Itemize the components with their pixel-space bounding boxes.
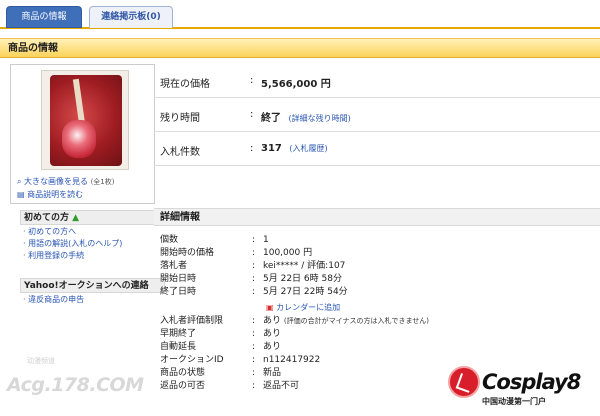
current-price-label: 現在の価格 bbox=[160, 79, 210, 90]
details-panel: 詳細情報 個数:1 開始時の価格:100,000 円 落札者: kei***** … bbox=[154, 208, 600, 391]
section-title: 商品の情報 bbox=[0, 38, 600, 58]
remaining-time-row: 残り時間 : 終了 (詳細な残り時間) bbox=[154, 98, 600, 132]
brand-mark-icon bbox=[448, 366, 480, 398]
site-watermark: 动漫频道 Acg.178.COM bbox=[3, 356, 144, 416]
remaining-time-detail-link[interactable]: (詳細な残り時間) bbox=[288, 114, 350, 123]
bid-count-value: 317 (入札履歴) bbox=[261, 143, 328, 154]
top-tabs: 商品の情報 連絡掲示板(0) bbox=[0, 0, 600, 29]
add-calendar-link[interactable]: ▣ カレンダーに追加 bbox=[266, 302, 340, 313]
contact-title: Yahoo!オークションへの連絡 bbox=[20, 278, 165, 293]
item-thumbnail-box: ⌕ 大きな画像を見る (全1枚) ▤ 商品説明を読む bbox=[10, 64, 155, 204]
current-price-row: 現在の価格 : 5,566,000 円 bbox=[154, 64, 600, 98]
colon: : bbox=[250, 109, 254, 120]
details-title: 詳細情報 bbox=[154, 208, 600, 226]
sidebar-item-glossary[interactable]: · 用語の解説(入札のヘルプ) bbox=[20, 239, 165, 249]
sidebar-item-registration[interactable]: · 利用登録の手続 bbox=[20, 251, 165, 261]
remaining-time-value: 終了 (詳細な残り時間) bbox=[261, 113, 351, 124]
colon: : bbox=[250, 75, 254, 86]
bid-history-link[interactable]: (入札履歴) bbox=[289, 144, 327, 153]
calendar-icon: ▣ bbox=[266, 303, 274, 312]
beginner-title: 初めての方 ▲ bbox=[20, 210, 165, 225]
guitar-photo[interactable] bbox=[41, 70, 129, 170]
brand-name: Cosplay8 bbox=[482, 370, 581, 394]
brand-tagline: 中国动漫第一门户 bbox=[482, 397, 546, 406]
document-icon: ▤ bbox=[17, 190, 25, 199]
sidebar-item-first-time[interactable]: · 初めての方へ bbox=[20, 227, 165, 237]
bid-count-row: 入札件数 : 317 (入札履歴) bbox=[154, 132, 600, 166]
remaining-time-label: 残り時間 bbox=[160, 113, 200, 124]
tab-contact-board[interactable]: 連絡掲示板(0) bbox=[89, 6, 173, 28]
contact-box: Yahoo!オークションへの連絡 · 違反商品の申告 bbox=[20, 278, 165, 305]
guitar-body bbox=[62, 120, 96, 158]
enlarge-link[interactable]: ⌕ 大きな画像を見る (全1枚) bbox=[17, 176, 115, 187]
current-price-value: 5,566,000 円 bbox=[261, 79, 331, 90]
beginner-box: 初めての方 ▲ · 初めての方へ · 用語の解説(入札のヘルプ) · 利用登録の… bbox=[20, 210, 165, 261]
colon: : bbox=[250, 143, 254, 154]
watermark-small-text: 动漫频道 bbox=[27, 357, 55, 365]
brand-logo: Cosplay8 中国动漫第一门户 bbox=[448, 362, 600, 410]
watermark-main-text: Acg.178.COM bbox=[7, 374, 144, 396]
tab-item-info[interactable]: 商品の情報 bbox=[6, 6, 82, 28]
description-link[interactable]: ▤ 商品説明を読む bbox=[17, 189, 83, 200]
sidebar-item-report[interactable]: · 違反商品の申告 bbox=[20, 295, 165, 305]
bid-count-label: 入札件数 bbox=[160, 147, 200, 158]
magnifier-icon: ⌕ bbox=[17, 177, 22, 186]
beginner-icon: ▲ bbox=[72, 213, 80, 223]
